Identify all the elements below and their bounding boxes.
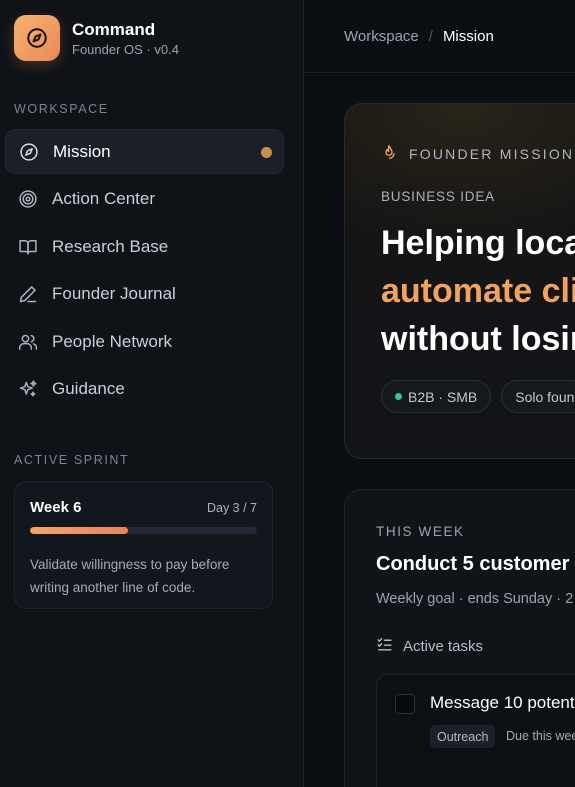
headline-line: without losin	[381, 320, 575, 358]
business-idea-label: BUSINESS IDEA	[381, 189, 495, 204]
mission-card: FOUNDER MISSION · BUSINESS IDEA Helping …	[344, 103, 575, 459]
task-checkbox[interactable]	[395, 694, 415, 714]
mission-tag: FOUNDER MISSION ·	[381, 143, 575, 164]
chip-label: Solo foun	[515, 388, 575, 405]
active-tasks-header: Active tasks	[376, 636, 483, 657]
headline-line-accent: automate clie	[381, 272, 575, 310]
active-tasks-label: Active tasks	[403, 638, 484, 655]
breadcrumb-workspace[interactable]: Workspace	[344, 28, 419, 45]
this-week-card: THIS WEEK Conduct 5 customer Weekly goal…	[344, 489, 575, 787]
sparkles-icon	[17, 378, 39, 400]
brand[interactable]: Command Founder OS · v0.4	[14, 15, 179, 61]
brand-subtitle: Founder OS · v0.4	[72, 41, 179, 57]
sidebar-item-label: Research Base	[52, 236, 169, 256]
sidebar-item-label: Mission	[53, 141, 111, 161]
sidebar-item-guidance[interactable]: Guidance	[5, 367, 284, 412]
sidebar-nav: Mission Action Center Research Base Foun…	[5, 129, 284, 414]
sidebar-item-label: Founder Journal	[52, 284, 176, 303]
compass-icon	[14, 15, 60, 61]
task-due: Due this wee	[506, 729, 575, 743]
sidebar-item-label: Guidance	[52, 379, 125, 398]
mission-chips: B2B · SMB Solo foun	[381, 380, 575, 413]
sidebar-item-action-center[interactable]: Action Center	[5, 177, 284, 222]
breadcrumb-separator: /	[428, 27, 433, 45]
sprint-card[interactable]: Week 6 Day 3 / 7 Validate willingness to…	[14, 481, 273, 609]
task-tag: Outreach	[430, 725, 496, 748]
breadcrumb-current: Mission	[442, 27, 494, 45]
sprint-progress-bar	[30, 527, 257, 534]
sprint-progress-fill	[30, 527, 128, 534]
weekly-goal-meta: Weekly goal · ends Sunday · 2	[376, 591, 574, 607]
sidebar-item-founder-journal[interactable]: Founder Journal	[5, 272, 284, 317]
task-item[interactable]: Message 10 potent Outreach Due this wee	[376, 674, 575, 787]
breadcrumb: Workspace / Mission	[304, 0, 575, 73]
headline-line: Helping local	[381, 224, 575, 262]
sprint-note: Validate willingness to pay before writi…	[30, 557, 230, 595]
checklist-icon	[376, 636, 393, 657]
task-title: Message 10 potent	[430, 693, 575, 712]
sprint-week: Week 6	[30, 499, 82, 516]
business-idea-headline: Helping local automate clie without losi…	[381, 219, 575, 363]
weekly-goal-title: Conduct 5 customer	[376, 553, 570, 575]
pen-icon	[17, 283, 39, 305]
brand-title: Command	[72, 19, 156, 39]
sidebar-item-research-base[interactable]: Research Base	[5, 224, 284, 269]
flame-icon	[381, 143, 397, 164]
chip-market[interactable]: B2B · SMB	[381, 380, 492, 413]
workspace-section-label: WORKSPACE	[14, 102, 109, 116]
sidebar-item-label: Action Center	[52, 189, 155, 208]
sidebar: Command Founder OS · v0.4 WORKSPACE Miss…	[0, 0, 304, 787]
app-root: Command Founder OS · v0.4 WORKSPACE Miss…	[0, 0, 575, 787]
sidebar-item-label: People Network	[52, 331, 173, 351]
chip-label: B2B · SMB	[408, 388, 478, 405]
sidebar-item-people-network[interactable]: People Network	[5, 319, 284, 364]
target-icon	[17, 188, 39, 210]
chip-founder-type[interactable]: Solo foun	[501, 380, 575, 413]
active-sprint-section-label: ACTIVE SPRINT	[14, 453, 130, 467]
sprint-day: Day 3 / 7	[206, 501, 257, 515]
sidebar-item-mission[interactable]: Mission	[5, 129, 284, 174]
book-icon	[17, 236, 39, 258]
compass-icon	[18, 141, 40, 163]
mission-tag-label: FOUNDER MISSION ·	[409, 145, 575, 162]
users-icon	[17, 331, 39, 353]
active-indicator-dot	[261, 147, 272, 158]
status-dot	[395, 393, 402, 400]
this-week-label: THIS WEEK	[376, 524, 465, 539]
